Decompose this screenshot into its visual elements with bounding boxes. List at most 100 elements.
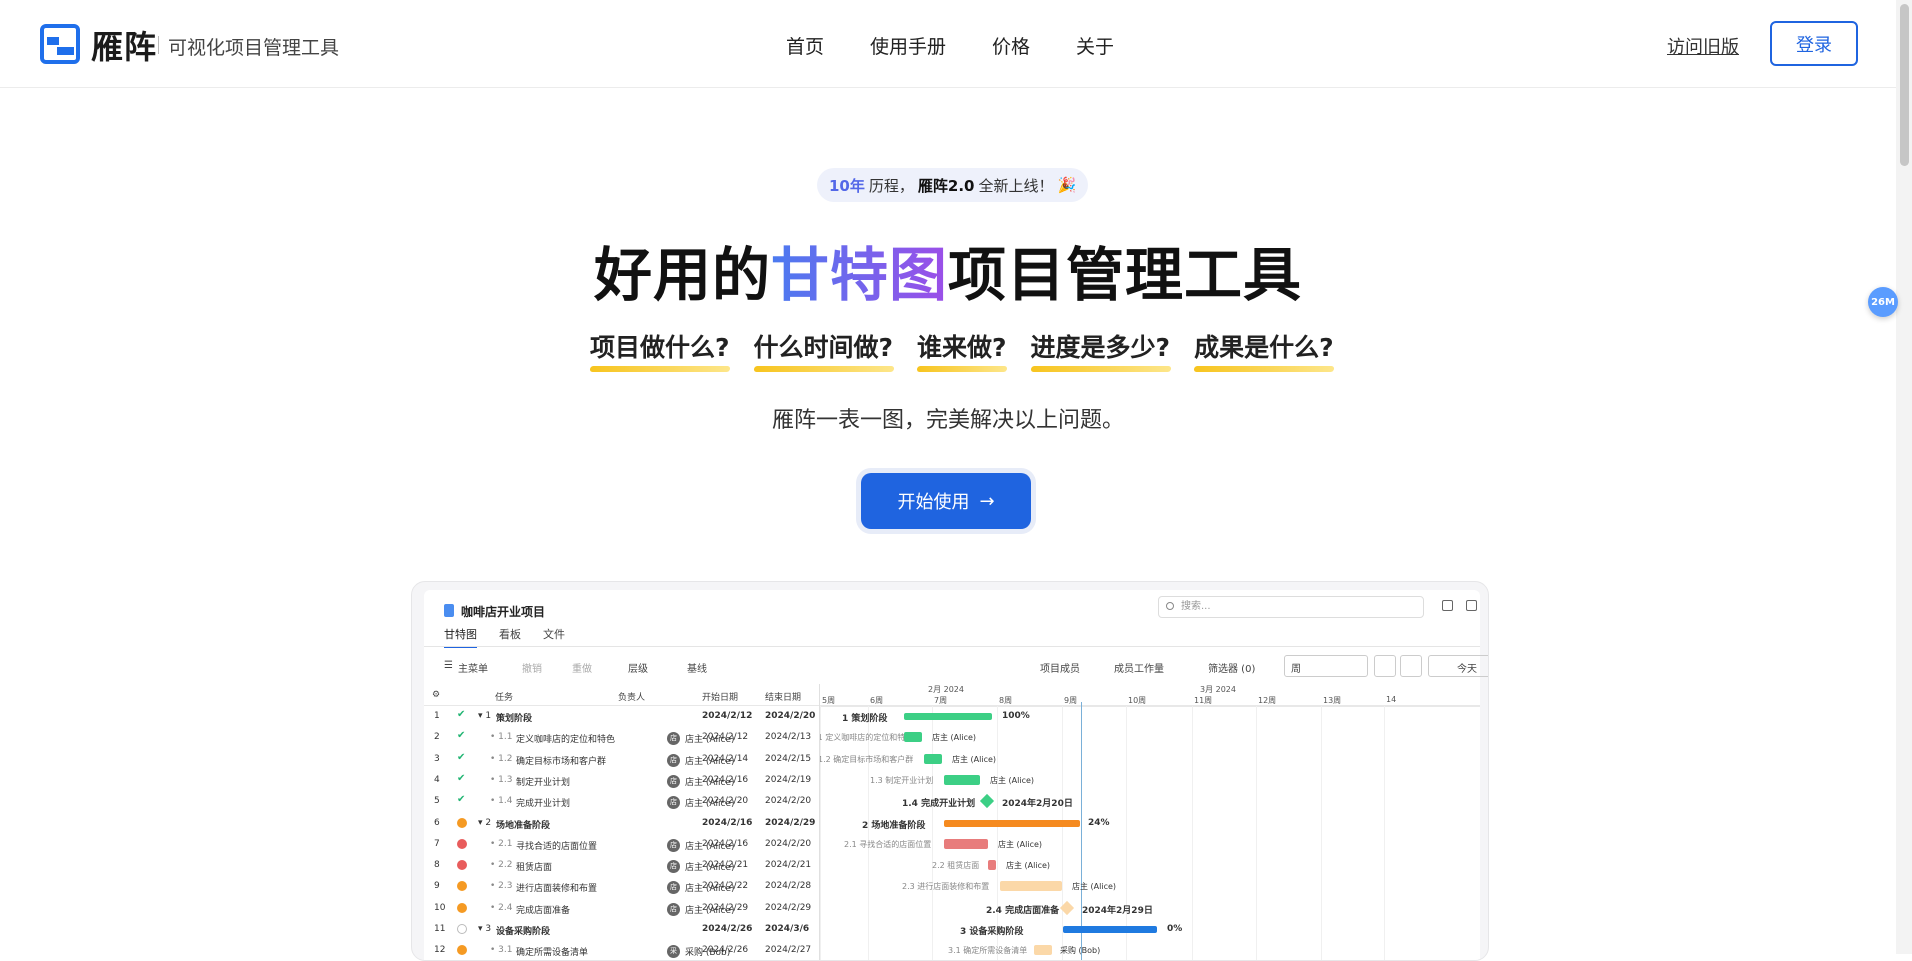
row-task-name: 进行店面装修和布置 [516,884,598,895]
redo-button[interactable]: 重做 [572,660,592,675]
gantt-header-line [820,706,1480,707]
row-number: 2 [434,732,440,743]
row-end-date: 2024/2/20 [765,796,812,807]
page-scrollbar[interactable] [1896,0,1912,954]
nav-about[interactable]: 关于 [1076,32,1114,59]
status-icon[interactable]: ✔ [457,794,467,805]
status-icon[interactable] [457,860,467,871]
status-icon[interactable] [457,924,467,934]
table-row[interactable]: 4 ✔ • 1.3 制定开业计划店店主 (Alice) 2024/2/16 2024/2/… [424,770,819,791]
hero-subline: 雁阵一表一图，完美解决以上问题。 [771,408,1124,433]
gantt-label: 1.3 制定开业计划 [870,775,934,785]
baseline-dropdown[interactable]: 基线 [687,660,707,675]
filter-button[interactable]: 筛选器 (0) [1208,660,1255,675]
task-bar [944,838,988,849]
table-row[interactable]: 5 ✔ • 1.4 完成开业计划店店主 (Alice) 2024/2/20 2024/2/… [424,791,819,812]
question-item: 进度是多少? [1031,328,1171,372]
table-row[interactable]: 11 ▾ 3 设备采购阶段 2024/2/26 2024/3/6 [424,919,819,940]
summary-bar [1063,926,1157,933]
search-input[interactable]: 搜索... [1158,596,1424,618]
row-start-date: 2024/2/26 [702,924,753,934]
week-label: 9周 [1064,696,1078,705]
status-icon[interactable] [457,902,467,913]
workload-button[interactable]: 成员工作量 [1114,660,1164,675]
row-start-date: 2024/2/14 [702,753,749,764]
start-button[interactable]: 开始使用 → [861,473,1031,529]
table-row[interactable]: 12 • 3.1 确定所需设备清单采采购 (Bob) 2024/2/26 2024/2/… [424,940,819,960]
settings-icon[interactable]: ⚙ [432,690,440,700]
row-start-date: 2024/2/22 [702,881,749,892]
week-gridline [1384,706,1385,960]
row-number: 11 [434,924,446,934]
login-button[interactable]: 登录 [1770,21,1858,66]
status-icon[interactable]: ✔ [457,752,467,763]
tab-gantt[interactable]: 甘特图 [444,626,477,648]
logo-name[interactable]: 雁阵 [91,22,157,68]
nav-home[interactable]: 首页 [786,32,824,59]
zoom-in-icon[interactable] [1400,655,1422,677]
table-row[interactable]: 6 ▾ 2 场地准备阶段 2024/2/16 2024/2/29 [424,813,819,834]
table-row[interactable]: 9 • 2.3 进行店面装修和布置店店主 (Alice) 2024/2/22 2024/… [424,876,819,897]
row-end-date: 2024/2/29 [765,902,812,913]
status-icon[interactable] [457,817,467,828]
status-icon[interactable] [457,838,467,849]
status-icon[interactable]: ✔ [457,773,467,784]
row-end-date: 2024/2/21 [765,860,812,871]
logo-tagline: 可视化项目管理工具 [168,37,340,59]
row-number: 6 [434,817,440,828]
main-menu-button[interactable]: 主菜单 [458,660,488,675]
pill-tail: 全新上线！ [978,176,1054,195]
table-row[interactable]: 3 ✔ • 1.2 确定目标市场和客户群店店主 (Alice) 2024/2/14 202… [424,749,819,770]
announcement-pill[interactable]: 10年 历程， 雁阵2.0 全新上线！ 🎉 [817,168,1089,202]
today-label: 今天 [1457,664,1477,675]
undo-button[interactable]: 撤销 [522,660,542,675]
logo-icon[interactable] [40,24,80,64]
hero-title-accent: 甘特图 [770,241,948,309]
row-start-date: 2024/2/16 [702,774,749,785]
row-number: 5 [434,796,440,807]
week-label: 11周 [1194,696,1213,705]
members-button[interactable]: 项目成员 [1040,660,1080,675]
table-row[interactable]: 2 ✔ • 1.1 定义咖啡店的定位和特色店店主 (Alice) 2024/2/12 20… [424,727,819,748]
table-row[interactable]: 7 • 2.1 寻找合适的店面位置店店主 (Alice) 2024/2/16 2024/… [424,834,819,855]
row-task-name: 设备采购阶段 [496,927,551,937]
level-dropdown[interactable]: 层级 [628,660,648,675]
tab-files[interactable]: 文件 [543,626,565,648]
period-select[interactable]: 周 [1284,655,1368,677]
preview-window: 咖啡店开业项目 搜索... 甘特图 看板 文件 ☰ 主菜单 撤销 重做 层级 基… [424,590,1488,960]
row-task-name: 制定开业计划 [516,777,571,788]
row-start-date: 2024/2/12 [702,732,749,743]
row-wbs: ▾ 2 [478,817,492,828]
milestone-date: 2024年2月20日 [1002,799,1073,810]
table-row[interactable]: 8 • 2.2 租赁店面店店主 (Alice) 2024/2/21 2024/2/21 [424,855,819,876]
menu-icon[interactable]: ☰ [444,660,453,671]
hero-title-pre: 好用的 [593,241,771,309]
row-end-date: 2024/2/28 [765,881,812,892]
nav-manual[interactable]: 使用手册 [870,32,946,59]
row-start-date: 2024/2/21 [702,860,749,871]
question-item: 项目做什么? [590,328,730,372]
gantt-area: ⚙ 任务 负责人 开始日期 结束日期 1 ✔ ▾ 1 策划阶段 2024/2/12 202… [424,684,1480,960]
table-row[interactable]: 10 • 2.4 完成店面准备店店主 (Alice) 2024/2/29 2024/2/… [424,898,819,919]
scrollbar-thumb[interactable] [1900,4,1909,166]
status-icon[interactable]: ✔ [457,709,467,720]
status-icon[interactable]: ✔ [457,730,467,741]
tab-kanban[interactable]: 看板 [499,626,521,648]
question-item: 谁来做? [917,328,1007,372]
bar-owner-label: 店主 (Alice) [990,775,1035,785]
status-icon[interactable] [457,881,467,892]
row-task-name: 寻找合适的店面位置 [516,841,598,852]
gantt-chart: 5周 6周 7周 8周 9周 10周 11周 12周 13周 14 2月 2024 3月 2024 1 … [820,684,1480,960]
milestone-date: 2024年2月29日 [1082,905,1153,916]
zoom-out-icon[interactable] [1374,655,1396,677]
table-row[interactable]: 1 ✔ ▾ 1 策划阶段 2024/2/12 2024/2/20 [424,706,819,727]
today-line [1081,702,1082,960]
task-bar [904,732,922,743]
today-button[interactable]: 今天 [1428,655,1488,677]
old-version-link[interactable]: 访问旧版 [1667,33,1739,59]
home-icon[interactable] [1442,600,1453,611]
fullscreen-icon[interactable] [1466,600,1477,611]
nav-pricing[interactable]: 价格 [992,32,1030,59]
row-wbs: • 2.4 [490,902,513,913]
bar-owner-label: 店主 (Alice) [1072,882,1117,892]
